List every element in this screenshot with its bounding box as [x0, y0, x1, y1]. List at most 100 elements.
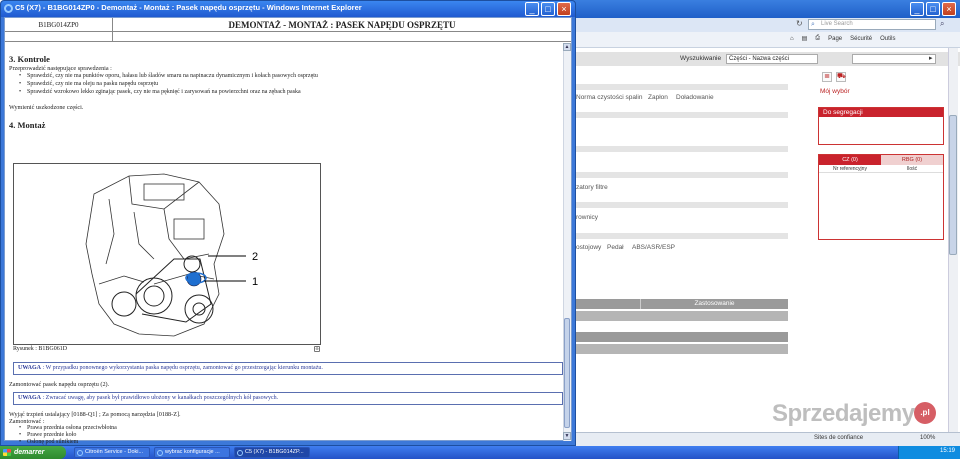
parts-search-input[interactable] [852, 54, 936, 64]
clock: 15:19 [940, 448, 956, 454]
doc-subheader [5, 32, 571, 42]
taskbar-item[interactable]: Citroën Service - Doki... [74, 447, 150, 458]
check-item: Sprawdzić, czy nie ma punktów oporu, hał… [19, 73, 318, 79]
section-3-title: 3. Kontrole [9, 54, 50, 64]
menu-item-doladowanie[interactable]: Doładowanie [676, 94, 714, 101]
live-search-input[interactable]: ⌕ Live Search [808, 19, 936, 30]
note-box: UWAGA : W przypadku ponownego wykorzysta… [13, 362, 563, 375]
refresh-icon[interactable]: ↻ [796, 19, 803, 28]
bg-titlebar[interactable] [560, 0, 960, 18]
scroll-down-icon[interactable]: ▼ [563, 432, 571, 440]
minimize-icon[interactable]: _ [910, 2, 924, 16]
column-header-qty: Ilość [906, 166, 918, 172]
zoom-figure-icon[interactable]: ⊕ [314, 346, 320, 352]
note-label: UWAGA [18, 365, 42, 371]
search-icon: ⌕ [811, 21, 815, 28]
column-header-ref: Nr referencyjny [833, 166, 867, 172]
scroll-up-icon[interactable]: ▲ [563, 43, 571, 51]
cart-panel: CZ (0) RBG (0) Nr referencyjny Ilość [818, 154, 944, 240]
callout-1: 1 [252, 276, 258, 288]
watermark-logo: Sprzedajemy [772, 400, 915, 428]
moj-wybor-link[interactable]: Mój wybór [820, 88, 850, 95]
bg-gray-row [576, 172, 788, 178]
taskbar-item-label: Citroën Service - Doki... [85, 449, 144, 455]
window-title: C5 (X7) - B1BG014ZP0 - Demontaż - Montaż… [15, 3, 362, 12]
doc-header: B1BG014ZP0 DEMONTAŻ - MONTAŻ : PASEK NAP… [5, 18, 571, 32]
callout-2: 2 [252, 251, 258, 263]
ie-icon [157, 450, 163, 456]
home-icon[interactable]: ⌂ [790, 36, 794, 42]
remove-pin-step: Wyjąć trzpień ustalający [0188-Q1] ; Za … [9, 411, 181, 418]
bg-table-row [576, 344, 788, 354]
bg-table-row [576, 332, 788, 342]
watermark-text: Sprzedajemy [772, 400, 915, 427]
engine-drawing: 2 1 [85, 173, 258, 337]
bg-command-bar [560, 32, 960, 48]
ie-icon [4, 4, 13, 13]
section-3-intro: Przeprowadzić następujące sprawdzenia : [9, 65, 112, 72]
zoom-level[interactable]: 100% [920, 435, 935, 441]
search-label: Wyszukiwanie [680, 55, 722, 62]
fg-window-controls: _ □ × [525, 2, 571, 16]
cart-icon[interactable]: ⛟ [836, 72, 846, 82]
menu-item-norma[interactable]: Norma czystości spalin [576, 94, 642, 101]
print-icon[interactable]: ⎙ [815, 35, 820, 42]
check-item: Sprawdzić, czy nie ma oleju na pasku nap… [19, 81, 158, 87]
doc-title: DEMONTAŻ - MONTAŻ : PASEK NAPĘDU OSPRZĘT… [228, 20, 456, 30]
note-label: UWAGA [18, 395, 42, 401]
zastosowanie-header: Zastosowanie [640, 299, 788, 309]
mount-item: Osłonę pod silnikiem [19, 439, 78, 445]
menu-item-filters[interactable]: zatory filtre [576, 184, 608, 191]
menu-item-rownicy[interactable]: rownicy [576, 214, 598, 221]
bg-gray-row [576, 233, 788, 239]
close-icon[interactable]: × [557, 2, 571, 16]
tools-menu[interactable]: Outils [880, 36, 895, 42]
mount-item: Prawa przednia osłona przeciwbłotna [19, 425, 117, 431]
taskbar-item[interactable]: wybrac konfiguracje ... [154, 447, 230, 458]
taskbar-item-label: wybrac konfiguracje ... [165, 449, 220, 455]
bg-nav-icons: ↻ [796, 19, 803, 28]
maximize-icon[interactable]: □ [541, 2, 555, 16]
document-viewport: B1BG014ZP0 DEMONTAŻ - MONTAŻ : PASEK NAP… [4, 17, 572, 445]
tab-cz[interactable]: CZ (0) [819, 155, 881, 165]
start-button[interactable]: demarrer [0, 446, 66, 459]
ie-icon [77, 450, 83, 456]
parts-search-go-icon[interactable]: ▸ [929, 54, 933, 62]
page-menu[interactable]: Page [828, 36, 842, 42]
doc-scrollbar-thumb[interactable] [564, 318, 570, 428]
menu-item-ostojowy[interactable]: ostojowy [576, 244, 601, 251]
taskbar-item-active[interactable]: C5 (X7) - B1BG014ZP... [234, 447, 310, 458]
figure-caption: Rysunek : B1BG061D [13, 346, 68, 352]
menu-item-abs[interactable]: ABS/ASR/ESP [632, 244, 675, 251]
background-browser-window: _ □ × ↻ ⌕ Live Search ⌕ ⌂ ▤ ⎙ Page Sécur… [560, 0, 960, 446]
bg-scrollbar-thumb[interactable] [949, 115, 957, 255]
maximize-icon[interactable]: □ [926, 2, 940, 16]
list-icon[interactable]: ≣ [822, 72, 832, 82]
bg-gray-row [576, 112, 788, 118]
engine-figure[interactable]: 2 1 [13, 163, 321, 345]
menu-item-pedal[interactable]: Pedał [607, 244, 624, 251]
taskbar-item-label: C5 (X7) - B1BG014ZP... [245, 449, 304, 455]
doc-code: B1BG014ZP0 [5, 18, 113, 32]
menu-item-zaplon[interactable]: Zapłon [648, 94, 668, 101]
ie-icon [237, 450, 243, 456]
live-search-placeholder: Live Search [821, 21, 853, 27]
doc-content: 3. Kontrole Przeprowadzić następujące sp… [9, 44, 563, 445]
check-item: Sprawdzić wzrokowo lekko zginając pasek,… [19, 89, 301, 95]
minimize-icon[interactable]: _ [525, 2, 539, 16]
start-label: demarrer [14, 449, 45, 456]
feeds-icon[interactable]: ▤ [802, 35, 808, 42]
search-type-select[interactable]: Części - Nazwa części [726, 54, 818, 64]
search-go-icon[interactable]: ⌕ [940, 19, 944, 29]
taskbar: demarrer Citroën Service - Doki... wybra… [0, 446, 960, 459]
tab-rbg[interactable]: RBG (0) [881, 155, 943, 165]
note-box: UWAGA : Zwracać uwagę, aby pasek był pra… [13, 392, 563, 405]
mount-label: Zamontować : [9, 418, 45, 425]
mount-item: Prawe przednie koło [19, 432, 76, 438]
windows-logo-icon [3, 449, 11, 456]
foreground-browser-window: C5 (X7) - B1BG014ZP0 - Demontaż - Montaż… [0, 0, 576, 446]
mount-belt-step: Zamontować pasek napędu osprzętu (2). [9, 381, 110, 388]
security-menu[interactable]: Sécurité [850, 36, 872, 42]
close-icon[interactable]: × [942, 2, 956, 16]
security-zone: Sites de confiance [814, 435, 864, 441]
